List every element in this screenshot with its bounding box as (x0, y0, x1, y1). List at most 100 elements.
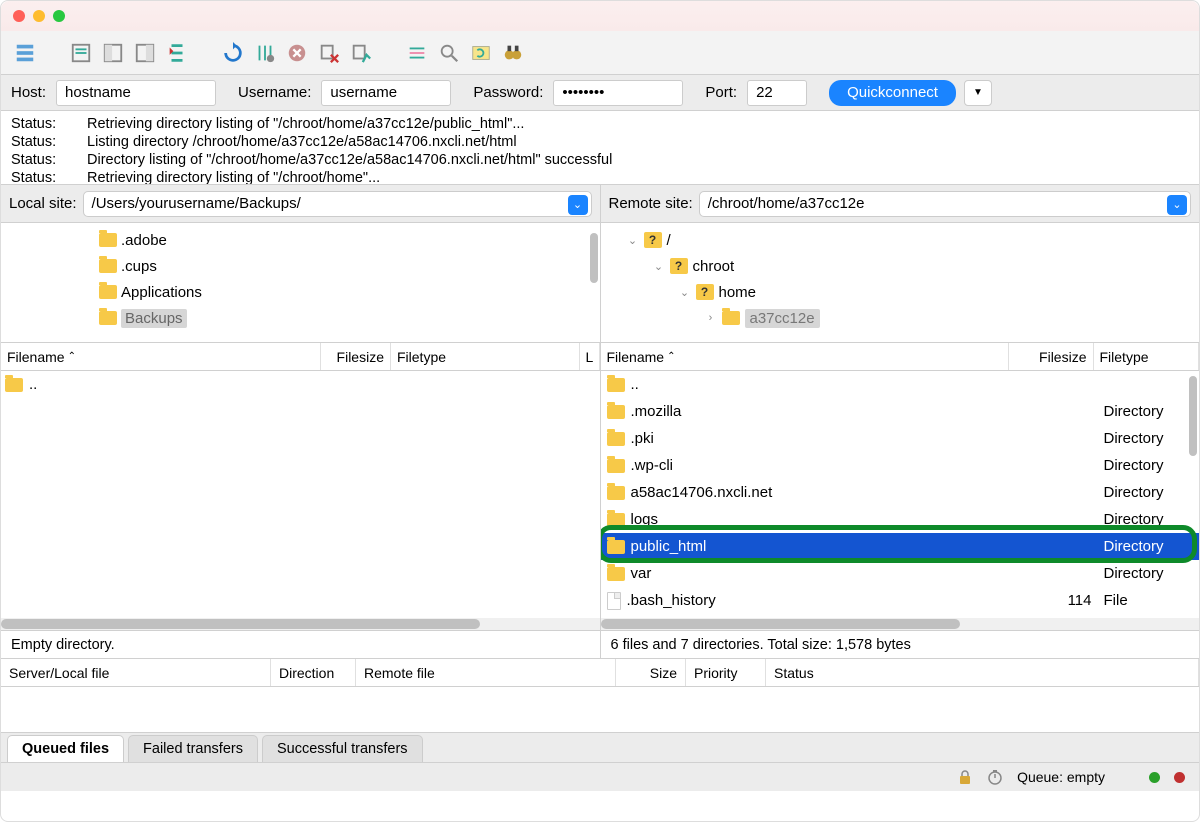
filename: .bash_history (627, 592, 716, 609)
list-item[interactable]: public_htmlDirectory (601, 533, 1200, 560)
expand-icon[interactable]: › (705, 312, 717, 324)
list-status-row: Empty directory. 6 files and 7 directori… (1, 631, 1199, 659)
scrollbar-horizontal[interactable] (601, 618, 1200, 630)
scrollbar-horizontal[interactable] (1, 618, 600, 630)
toolbar (1, 31, 1199, 75)
list-item[interactable]: a58ac14706.nxcli.netDirectory (601, 479, 1200, 506)
quickconnect-history-dropdown[interactable]: ▼ (964, 80, 992, 106)
remote-file-list[interactable]: Filename⌃ Filesize Filetype ...mozillaDi… (601, 343, 1200, 630)
filename: logs (631, 511, 659, 528)
log-line: Status:Retrieving directory listing of "… (11, 115, 1189, 133)
col-filesize[interactable]: Filesize (1009, 343, 1094, 370)
quickconnect-button[interactable]: Quickconnect (829, 80, 956, 106)
window-close-button[interactable] (13, 10, 25, 22)
lock-icon[interactable] (957, 769, 973, 785)
reconnect-icon[interactable] (347, 39, 375, 67)
sort-asc-icon: ⌃ (68, 351, 76, 362)
local-list-header: Filename⌃ Filesize Filetype L (1, 343, 600, 371)
process-queue-icon[interactable] (251, 39, 279, 67)
list-item[interactable]: .pkiDirectory (601, 425, 1200, 452)
quickconnect-bar: Host: Username: Password: Port: Quickcon… (1, 75, 1199, 111)
col-filename[interactable]: Filename⌃ (601, 343, 1009, 370)
username-input[interactable] (321, 80, 451, 106)
expand-icon[interactable]: ⌄ (627, 234, 639, 247)
qcol-priority[interactable]: Priority (686, 659, 766, 686)
tree-item[interactable]: .cups (9, 253, 592, 279)
list-item[interactable]: .wp-cliDirectory (601, 452, 1200, 479)
col-filesize[interactable]: Filesize (321, 343, 391, 370)
col-filetype[interactable]: Filetype (391, 343, 580, 370)
toggle-log-icon[interactable] (67, 39, 95, 67)
col-filename[interactable]: Filename⌃ (1, 343, 321, 370)
port-input[interactable] (747, 80, 807, 106)
tree-item[interactable]: Backups (9, 305, 592, 331)
qcol-status[interactable]: Status (766, 659, 1199, 686)
filetype: Directory (1098, 538, 1200, 555)
col-filetype[interactable]: Filetype (1094, 343, 1200, 370)
toggle-local-tree-icon[interactable] (99, 39, 127, 67)
site-path-row: Local site: /Users/yourusername/Backups/… (1, 185, 1199, 223)
window-minimize-button[interactable] (33, 10, 45, 22)
chevron-down-icon: ⌄ (1167, 195, 1187, 215)
list-item[interactable]: .bash_history114File (601, 587, 1200, 614)
folder-icon (607, 459, 625, 473)
toggle-remote-tree-icon[interactable] (131, 39, 159, 67)
toggle-queue-icon[interactable] (163, 39, 191, 67)
folder-icon (99, 233, 117, 247)
qcol-server[interactable]: Server/Local file (1, 659, 271, 686)
tree-item[interactable]: ⌄?/ (609, 227, 1192, 253)
compare-icon[interactable] (467, 39, 495, 67)
stopwatch-icon[interactable] (987, 769, 1003, 785)
password-input[interactable] (553, 80, 683, 106)
local-tree[interactable]: .adobe .cupsApplicationsBackups (1, 223, 601, 342)
qcol-remote[interactable]: Remote file (356, 659, 616, 686)
qcol-direction[interactable]: Direction (271, 659, 356, 686)
remote-tree[interactable]: ⌄?/⌄?chroot⌄?home›a37cc12e (601, 223, 1200, 342)
scrollbar[interactable] (1189, 376, 1197, 456)
col-lastmodified[interactable]: L (580, 343, 600, 370)
scrollbar[interactable] (590, 233, 598, 283)
tree-item[interactable]: ›a37cc12e (609, 305, 1192, 331)
tab-queued-files[interactable]: Queued files (7, 735, 124, 762)
expand-icon[interactable]: ⌄ (679, 286, 691, 299)
tree-item[interactable]: Applications (9, 279, 592, 305)
titlebar (1, 1, 1199, 31)
tree-item-label: chroot (693, 258, 735, 275)
unknown-folder-icon: ? (670, 258, 688, 274)
message-log[interactable]: Status:Retrieving directory listing of "… (1, 111, 1199, 185)
tree-item[interactable]: ⌄? chroot (609, 253, 1192, 279)
cancel-icon[interactable] (283, 39, 311, 67)
remote-site-path-select[interactable]: /chroot/home/a37cc12e ⌄ (699, 191, 1191, 217)
local-site-path-select[interactable]: /Users/yourusername/Backups/ ⌄ (83, 191, 592, 217)
expand-icon[interactable]: ⌄ (653, 260, 665, 273)
host-input[interactable] (56, 80, 216, 106)
binoculars-icon[interactable] (499, 39, 527, 67)
site-manager-icon[interactable] (11, 39, 39, 67)
filter-icon[interactable] (403, 39, 431, 67)
disconnect-icon[interactable] (315, 39, 343, 67)
list-item[interactable]: .. (601, 371, 1200, 398)
local-status: Empty directory. (1, 631, 601, 658)
file-list-row: Filename⌃ Filesize Filetype L .. Filenam… (1, 343, 1199, 631)
qcol-size[interactable]: Size (616, 659, 686, 686)
search-icon[interactable] (435, 39, 463, 67)
filesize: 114 (1013, 592, 1098, 609)
tab-failed-transfers[interactable]: Failed transfers (128, 735, 258, 762)
list-item[interactable]: .mozillaDirectory (601, 398, 1200, 425)
filetype: Directory (1098, 403, 1200, 420)
sort-asc-icon: ⌃ (667, 351, 675, 362)
refresh-icon[interactable] (219, 39, 247, 67)
local-file-list[interactable]: Filename⌃ Filesize Filetype L .. (1, 343, 601, 630)
window-maximize-button[interactable] (53, 10, 65, 22)
tree-item-label: .adobe (121, 232, 167, 249)
list-item[interactable]: logsDirectory (601, 506, 1200, 533)
list-item[interactable]: .. (1, 371, 600, 398)
folder-icon (99, 311, 117, 325)
tree-item[interactable]: .adobe (9, 227, 592, 253)
folder-icon (99, 285, 117, 299)
list-item[interactable]: varDirectory (601, 560, 1200, 587)
queue-body[interactable] (1, 687, 1199, 733)
tab-successful-transfers[interactable]: Successful transfers (262, 735, 423, 762)
remote-site-label: Remote site: (609, 195, 693, 212)
tree-item[interactable]: ⌄?home (609, 279, 1192, 305)
